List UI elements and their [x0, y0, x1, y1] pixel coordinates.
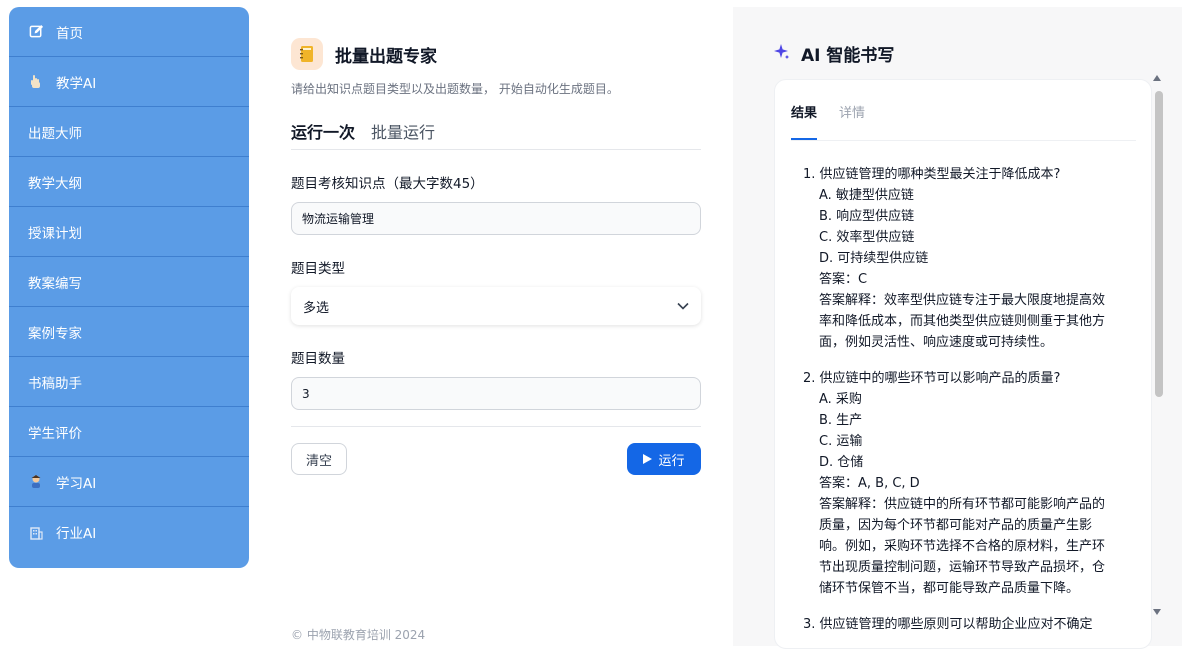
- sidebar-item-learning-ai[interactable]: 学习AI: [9, 457, 249, 507]
- question-explanation: 节出现质量控制问题，运输环节导致产品损坏，仓: [819, 560, 1106, 575]
- scroll-up-arrow-icon[interactable]: [1153, 75, 1161, 81]
- question-explanation: 面，例如灵活性、响应速度或可持续性。: [819, 335, 1054, 350]
- notebook-icon: [291, 38, 323, 70]
- question-line: B. 响应型供应链: [819, 209, 915, 224]
- sidebar-item-label: 案例专家: [28, 325, 82, 342]
- run-button[interactable]: 运行: [627, 443, 701, 475]
- topic-value: 物流运输管理: [302, 212, 375, 226]
- question-item: 1. 供应链管理的哪种类型最关注于降低成本? A. 敏捷型供应链 B. 响应型供…: [803, 164, 1133, 353]
- count-input[interactable]: 3: [291, 377, 701, 410]
- scroll-down-arrow-icon[interactable]: [1153, 609, 1161, 615]
- question-explanation: 储环节保管不当，都可能导致产品质量下降。: [819, 581, 1080, 596]
- student-icon: [28, 474, 44, 490]
- sidebar-item-label: 学习AI: [56, 475, 97, 492]
- question-explanation: 答案解释：供应链中的所有环节都可能影响产品的: [819, 497, 1106, 512]
- type-label: 题目类型: [291, 261, 345, 277]
- sidebar-item-lesson-plan[interactable]: 授课计划: [9, 207, 249, 257]
- sidebar-item-label: 教学AI: [56, 75, 97, 92]
- sidebar-item-question-master[interactable]: 出题大师: [9, 107, 249, 157]
- sidebar-item-industry-ai[interactable]: 行业AI: [9, 507, 249, 557]
- question-line: D. 可持续型供应链: [819, 251, 929, 266]
- question-line: C. 运输: [819, 434, 863, 449]
- result-title: AI 智能书写: [801, 46, 895, 66]
- sidebar-item-syllabus[interactable]: 教学大纲: [9, 157, 249, 207]
- result-content: 1. 供应链管理的哪种类型最关注于降低成本? A. 敏捷型供应链 B. 响应型供…: [803, 164, 1133, 648]
- tab-result[interactable]: 结果: [791, 102, 818, 140]
- result-tabs: 结果 详情: [791, 102, 1136, 141]
- question-answer: 答案：C: [819, 272, 868, 287]
- page-description: 请给出知识点题目类型以及出题数量， 开始自动化生成题目。: [291, 82, 619, 96]
- sidebar-item-label: 教案编写: [28, 275, 82, 292]
- main-panel: 批量出题专家 请给出知识点题目类型以及出题数量， 开始自动化生成题目。 运行一次…: [291, 38, 701, 475]
- tab-details[interactable]: 详情: [839, 102, 865, 140]
- question-line: A. 采购: [819, 392, 862, 407]
- run-mode-tabs: 运行一次 批量运行: [291, 119, 701, 150]
- question-title: 3. 供应链管理的哪些原则可以帮助企业应对不确定: [803, 617, 1093, 632]
- question-line: C. 效率型供应链: [819, 230, 915, 245]
- question-explanation: 响。例如，采购环节选择不合格的原材料，生产环: [819, 539, 1106, 554]
- type-select[interactable]: 多选: [291, 287, 701, 325]
- topic-input[interactable]: 物流运输管理: [291, 202, 701, 235]
- question-line: B. 生产: [819, 413, 863, 428]
- clear-button[interactable]: 清空: [291, 443, 347, 475]
- sidebar-item-label: 书稿助手: [28, 375, 82, 392]
- scrollbar-thumb[interactable]: [1155, 91, 1163, 397]
- sidebar-item-label: 行业AI: [56, 526, 97, 542]
- sidebar-item-teaching-ai[interactable]: 教学AI: [9, 57, 249, 107]
- building-icon: [28, 524, 44, 540]
- sidebar-item-home[interactable]: 首页: [9, 7, 249, 57]
- question-explanation: 答案解释：效率型供应链专注于最大限度地提高效: [819, 293, 1106, 308]
- chevron-down-icon: [677, 299, 689, 314]
- question-title: 1. 供应链管理的哪种类型最关注于降低成本?: [803, 167, 1061, 182]
- sidebar-item-label: 首页: [56, 25, 83, 42]
- question-title: 2. 供应链中的哪些环节可以影响产品的质量?: [803, 371, 1061, 386]
- edit-icon: [28, 24, 44, 40]
- sidebar-item-manuscript[interactable]: 书稿助手: [9, 357, 249, 407]
- question-explanation: 质量，因为每个环节都可能对产品的质量产生影: [819, 518, 1093, 533]
- question-line: A. 敏捷型供应链: [819, 188, 914, 203]
- tab-run-once[interactable]: 运行一次: [291, 119, 355, 149]
- question-item: 3. 供应链管理的哪些原则可以帮助企业应对不确定: [803, 614, 1133, 635]
- count-label: 题目数量: [291, 351, 345, 367]
- sidebar-item-label: 出题大师: [28, 125, 82, 142]
- question-explanation: 率和降低成本，而其他类型供应链则侧重于其他方: [819, 314, 1106, 329]
- footer-copyright: © 中物联教育培训 2024: [291, 628, 426, 642]
- sidebar-item-label: 教学大纲: [28, 175, 82, 192]
- result-panel: AI 智能书写 结果 详情 1. 供应链管理的哪种类型最关注于降低成本? A. …: [733, 7, 1182, 649]
- count-value: 3: [302, 386, 310, 401]
- result-card: 结果 详情 1. 供应链管理的哪种类型最关注于降低成本? A. 敏捷型供应链 B…: [774, 79, 1152, 649]
- topic-label: 题目考核知识点（最大字数45）: [291, 176, 484, 192]
- sidebar-item-case-expert[interactable]: 案例专家: [9, 307, 249, 357]
- hand-icon: [28, 74, 44, 90]
- page-title: 批量出题专家: [335, 46, 437, 67]
- tab-batch-run[interactable]: 批量运行: [371, 119, 435, 149]
- question-item: 2. 供应链中的哪些环节可以影响产品的质量? A. 采购 B. 生产 C. 运输…: [803, 368, 1133, 599]
- sidebar-item-label: 学生评价: [28, 425, 82, 442]
- result-scrollbar[interactable]: [1151, 69, 1163, 621]
- sidebar-item-label: 授课计划: [28, 225, 82, 242]
- run-button-label: 运行: [658, 453, 685, 469]
- question-answer: 答案：A, B, C, D: [819, 476, 920, 491]
- sidebar-item-student-eval[interactable]: 学生评价: [9, 407, 249, 457]
- divider: [291, 426, 701, 427]
- play-icon: [643, 454, 653, 464]
- clear-button-label: 清空: [305, 453, 332, 469]
- sidebar-item-teaching-notes[interactable]: 教案编写: [9, 257, 249, 307]
- question-line: D. 仓储: [819, 455, 864, 470]
- sparkle-icon: [773, 43, 791, 65]
- type-value: 多选: [303, 300, 330, 316]
- sidebar: 首页 教学AI 出题大师 教学大纲 授课计划 教案编写 案例专家 书稿助手 学生…: [9, 7, 249, 568]
